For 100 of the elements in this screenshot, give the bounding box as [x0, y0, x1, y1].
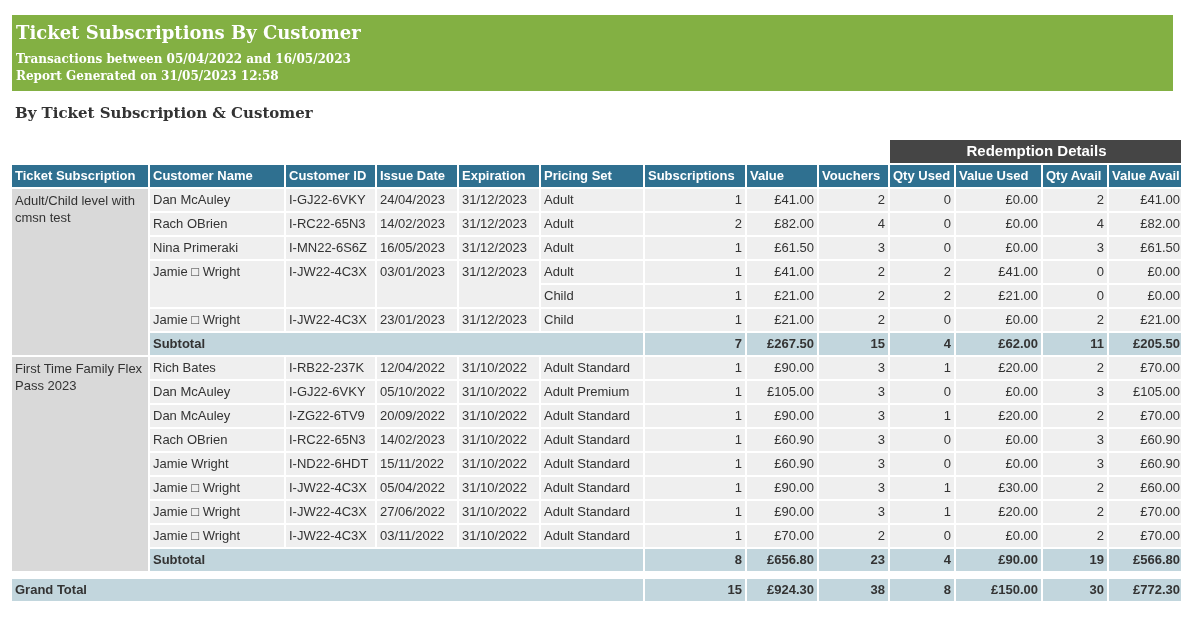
column-header: Ticket Subscription [12, 165, 148, 187]
table-cell: Adult [541, 237, 643, 259]
table-cell: 1 [890, 357, 954, 379]
table-cell: Dan McAuley [150, 405, 284, 427]
table-cell: 1 [645, 405, 745, 427]
table-cell: £90.00 [747, 405, 817, 427]
table-cell: 4 [819, 213, 888, 235]
subtotal-cell: £656.80 [747, 549, 817, 571]
table-cell: 24/04/2023 [377, 189, 457, 211]
section-title: By Ticket Subscription & Customer [15, 104, 314, 122]
column-header: Subscriptions [645, 165, 745, 187]
table-cell: £82.00 [1109, 213, 1181, 235]
table-cell: £0.00 [956, 309, 1041, 331]
table-cell: Jamie □ Wright [150, 525, 284, 547]
grand-total-label: Grand Total [12, 579, 643, 601]
table-cell: Adult Standard [541, 525, 643, 547]
column-header: Issue Date [377, 165, 457, 187]
table-cell: 1 [890, 477, 954, 499]
table-cell: £21.00 [1109, 309, 1181, 331]
table-cell: 27/06/2022 [377, 501, 457, 523]
table-cell: £70.00 [1109, 357, 1181, 379]
table-cell: £70.00 [1109, 525, 1181, 547]
table-cell: 1 [645, 501, 745, 523]
subtotal-cell: 8 [645, 549, 745, 571]
table-cell: £0.00 [956, 213, 1041, 235]
table-cell: 31/12/2023 [459, 309, 539, 331]
table-cell: £0.00 [956, 237, 1041, 259]
report-subtitle: Transactions between 05/04/2022 and 16/05/2023 [16, 51, 352, 68]
table-cell: 31/10/2022 [459, 357, 539, 379]
table-cell: £0.00 [956, 381, 1041, 403]
table-cell: 31/12/2023 [459, 261, 539, 307]
table-cell: £61.50 [747, 237, 817, 259]
table-cell: £41.00 [956, 261, 1041, 283]
table-cell: I-RC22-65N3 [286, 213, 375, 235]
grand-total-cell: £924.30 [747, 579, 817, 601]
table-cell: Adult [541, 213, 643, 235]
table-cell: Child [541, 309, 643, 331]
grand-total-cell: 30 [1043, 579, 1107, 601]
table-cell: £20.00 [956, 501, 1041, 523]
table-cell: 1 [890, 501, 954, 523]
table-cell: £41.00 [1109, 189, 1181, 211]
table-cell: 2 [890, 285, 954, 307]
table-cell: 2 [1043, 405, 1107, 427]
table-cell: 31/12/2023 [459, 189, 539, 211]
table-cell: £41.00 [747, 189, 817, 211]
table-cell: 2 [1043, 501, 1107, 523]
table-cell: 14/02/2023 [377, 429, 457, 451]
table-cell: £60.90 [747, 429, 817, 451]
table-cell: 0 [890, 237, 954, 259]
table-cell: 05/04/2022 [377, 477, 457, 499]
table-cell: 0 [890, 381, 954, 403]
table-cell: Adult Standard [541, 501, 643, 523]
table-cell: 3 [1043, 237, 1107, 259]
table-cell: £60.90 [1109, 453, 1181, 475]
table-cell: £60.90 [747, 453, 817, 475]
table-cell: Jamie □ Wright [150, 501, 284, 523]
table-cell: I-GJ22-6VKY [286, 381, 375, 403]
table-cell: 3 [819, 453, 888, 475]
table-cell: 1 [645, 525, 745, 547]
table-cell: £0.00 [956, 189, 1041, 211]
grand-total-cell: 15 [645, 579, 745, 601]
table-cell: £70.00 [1109, 405, 1181, 427]
report-subtitle: Report Generated on 31/05/2023 12:58 [16, 68, 280, 85]
table-cell: Dan McAuley [150, 189, 284, 211]
subtotal-cell: 4 [890, 333, 954, 355]
table-cell: 3 [819, 357, 888, 379]
report-title: Ticket Subscriptions By Customer [16, 21, 362, 45]
table-cell: £21.00 [956, 285, 1041, 307]
table-cell: 1 [645, 285, 745, 307]
column-header: Customer ID [286, 165, 375, 187]
table-cell: Adult Standard [541, 429, 643, 451]
table-cell: 0 [1043, 285, 1107, 307]
table-cell: 1 [645, 477, 745, 499]
table-cell: 31/12/2023 [459, 237, 539, 259]
table-cell: £70.00 [1109, 501, 1181, 523]
table-cell: £90.00 [747, 477, 817, 499]
table-cell: Adult Standard [541, 357, 643, 379]
table-cell: £20.00 [956, 405, 1041, 427]
table-cell: 2 [819, 525, 888, 547]
table-cell: 31/10/2022 [459, 477, 539, 499]
table-cell: £41.00 [747, 261, 817, 283]
table-cell: £0.00 [1109, 285, 1181, 307]
table-cell: 16/05/2023 [377, 237, 457, 259]
column-header: Customer Name [150, 165, 284, 187]
table-cell: 3 [1043, 381, 1107, 403]
column-header: Value Used [956, 165, 1041, 187]
column-header: Expiration [459, 165, 539, 187]
table-cell: Adult Standard [541, 453, 643, 475]
table-cell: £30.00 [956, 477, 1041, 499]
subtotal-cell: £62.00 [956, 333, 1041, 355]
subtotal-cell: 4 [890, 549, 954, 571]
column-header: Qty Used [890, 165, 954, 187]
table-cell: I-RC22-65N3 [286, 429, 375, 451]
table-cell: 1 [645, 429, 745, 451]
table-cell: Rach OBrien [150, 429, 284, 451]
table-cell: 3 [1043, 453, 1107, 475]
subscription-name: Adult/Child level with cmsn test [12, 189, 148, 355]
table-cell: 2 [819, 285, 888, 307]
table-cell: 0 [890, 309, 954, 331]
subtotal-label: Subtotal [150, 333, 643, 355]
